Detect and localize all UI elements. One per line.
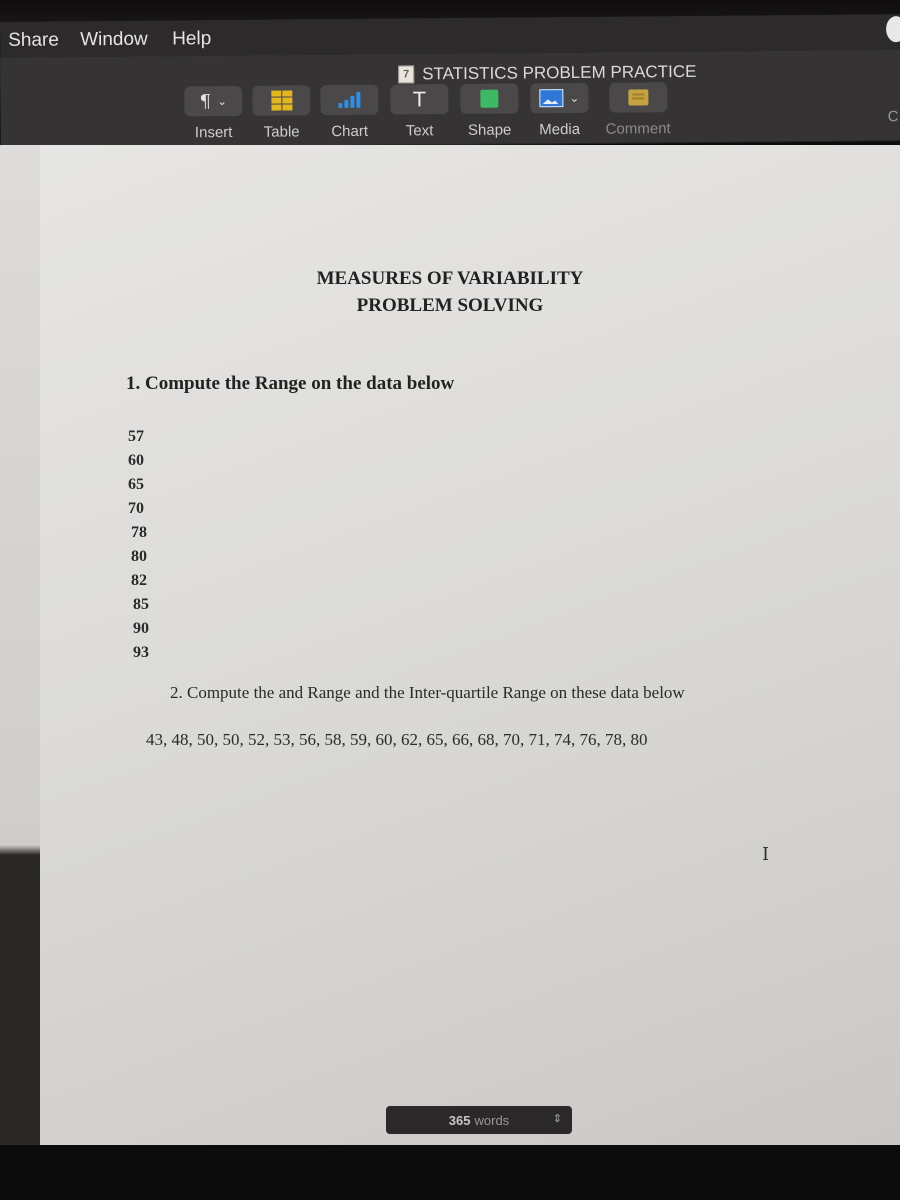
word-count-control[interactable]: 365 words ⇕: [386, 1106, 572, 1134]
question-1: 1. Compute the Range on the data below: [126, 373, 455, 394]
table-button[interactable]: Table: [252, 85, 311, 141]
shape-icon: [480, 89, 499, 108]
question-2-data: 43, 48, 50, 50, 52, 53, 56, 58, 59, 60, …: [146, 730, 648, 749]
clipped-toolbar-label[interactable]: C: [888, 108, 899, 125]
menu-help[interactable]: Help: [172, 28, 211, 50]
document-heading-line2: PROBLEM SOLVING: [356, 295, 544, 316]
media-button[interactable]: ⌄ Media: [530, 82, 589, 139]
document-icon: 7: [398, 65, 415, 84]
word-count-number: 365: [448, 1112, 471, 1128]
text-label: Text: [405, 122, 434, 140]
insert-button[interactable]: ¶ ⌄ Insert: [184, 85, 243, 142]
data-value: 80: [131, 548, 147, 565]
chart-label: Chart: [331, 122, 369, 141]
media-label: Media: [539, 120, 581, 139]
text-icon: T: [413, 87, 426, 112]
table-icon: [270, 90, 292, 111]
data-value: 70: [128, 500, 144, 517]
shape-label: Shape: [467, 121, 512, 139]
data-value: 65: [128, 476, 144, 493]
text-cursor-icon: I: [762, 844, 770, 865]
media-icon: [539, 89, 564, 108]
chart-button[interactable]: Chart: [320, 84, 379, 141]
shape-button[interactable]: Shape: [460, 83, 519, 139]
chevron-down-icon: ⌄: [217, 94, 228, 109]
data-value: 82: [131, 572, 147, 589]
comment-icon: [627, 89, 648, 106]
comment-label: Comment: [605, 120, 671, 138]
menu-share[interactable]: Share: [8, 29, 59, 51]
question-1-values: 57 60 65 70 78 80 82 85 90 93: [128, 425, 149, 665]
data-value: 93: [133, 644, 149, 661]
data-value: 85: [133, 596, 149, 613]
data-value: 90: [133, 620, 149, 637]
chevron-down-icon: ⌄: [569, 90, 580, 106]
insert-label: Insert: [194, 123, 233, 142]
stepper-icon[interactable]: ⇕: [553, 1112, 562, 1125]
data-value: 57: [128, 428, 144, 445]
window-title: 7 STATISTICS PROBLEM PRACTICE: [398, 62, 696, 85]
screen-bezel-bottom: [0, 1145, 900, 1200]
menu-window[interactable]: Window: [80, 29, 148, 52]
data-value: 78: [131, 524, 147, 541]
question-2: 2. Compute the and Range and the Inter-q…: [170, 683, 685, 702]
comment-button[interactable]: Comment: [605, 82, 671, 138]
word-count-unit: words: [474, 1112, 510, 1128]
document-heading-line1: MEASURES OF VARIABILITY: [316, 268, 584, 289]
status-icon[interactable]: [885, 16, 900, 43]
table-label: Table: [263, 123, 300, 141]
text-button[interactable]: T Text: [390, 84, 449, 140]
toolbar: 7 STATISTICS PROBLEM PRACTICE ¶ ⌄ Insert …: [0, 50, 900, 149]
pilcrow-icon: ¶: [199, 90, 212, 112]
data-value: 60: [128, 452, 144, 469]
document-title: STATISTICS PROBLEM PRACTICE: [422, 61, 697, 84]
chart-icon: [338, 91, 361, 109]
